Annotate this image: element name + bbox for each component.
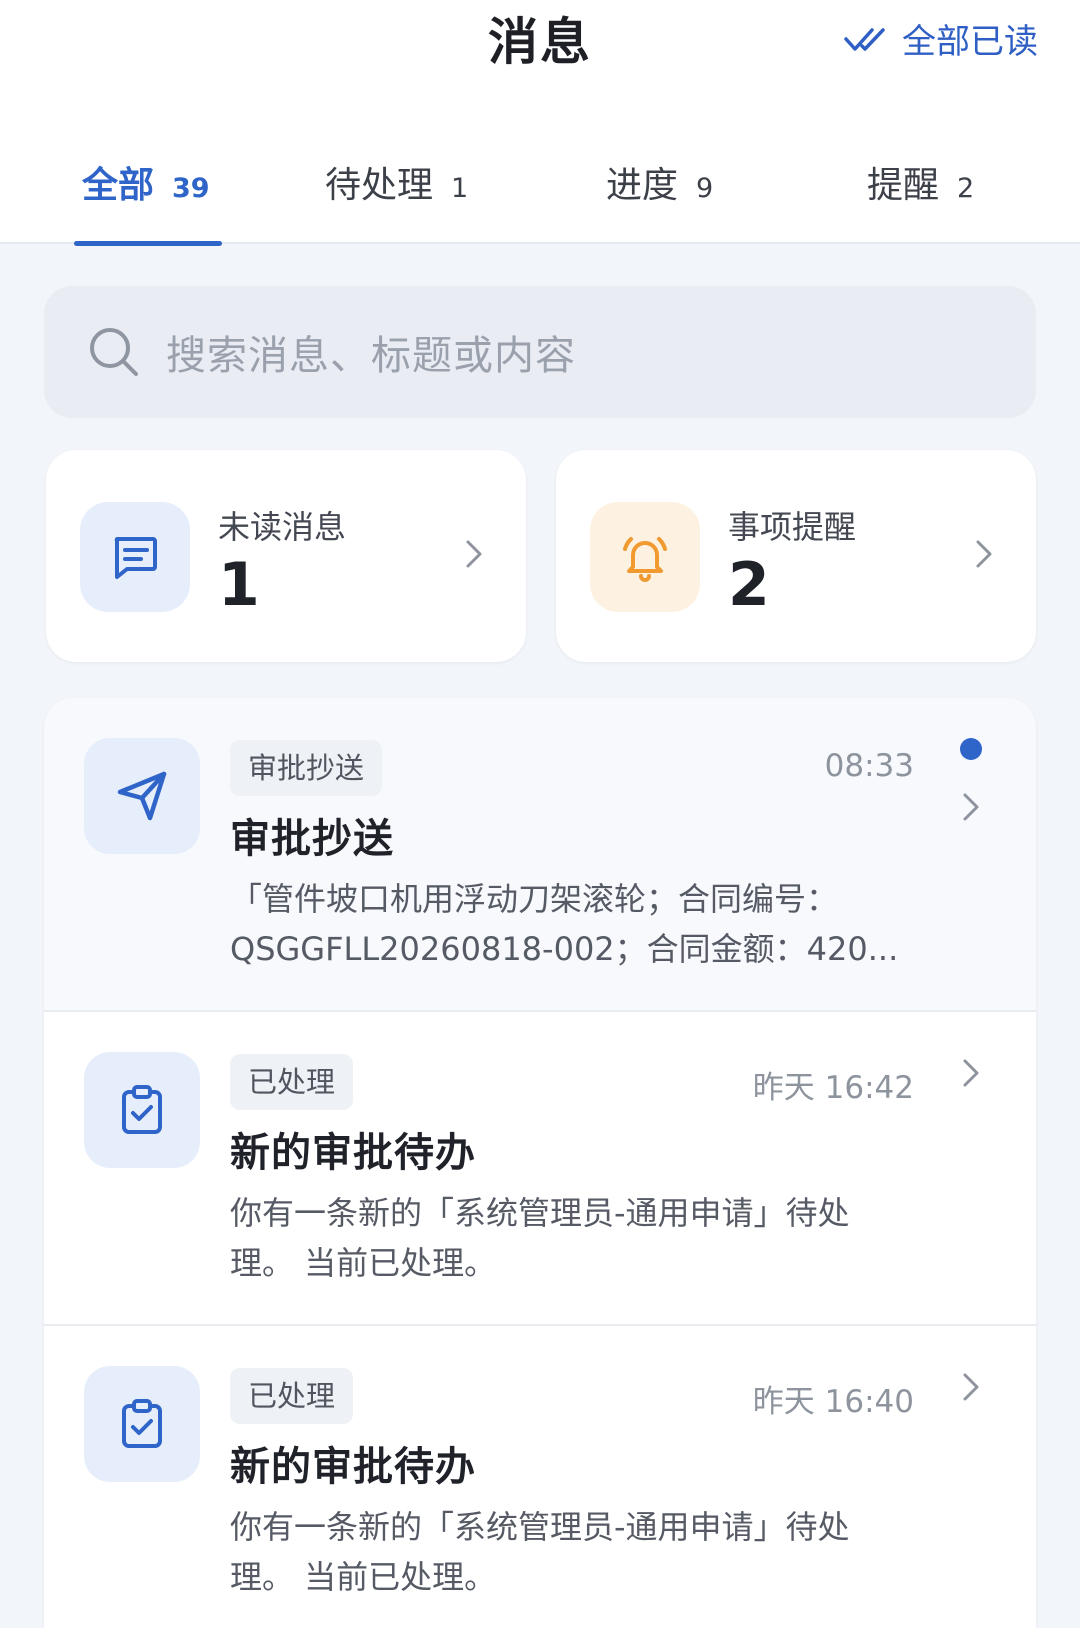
search-icon: [90, 328, 138, 376]
active-tab-indicator: [74, 241, 222, 246]
message-body-line: QSGGFLL20260818-002；合同金额：420...: [230, 930, 899, 968]
send-icon: [117, 771, 167, 821]
double-check-icon: [844, 27, 885, 51]
bell-icon: [623, 537, 667, 582]
chevron-right-icon: [976, 540, 992, 568]
clipboard-check-icon: [122, 1085, 162, 1134]
message-body-line: 你有一条新的「系统管理员-通用申请」待处: [230, 1194, 850, 1232]
tab-count: 9: [696, 173, 714, 204]
unread-dot: [960, 738, 982, 760]
message-tag: 已处理: [230, 1368, 354, 1424]
message-icon-container: [80, 502, 190, 612]
message-body: 「管件坡口机用浮动刀架滚轮；合同编号： QSGGFLL20260818-002；…: [230, 874, 930, 974]
message-body-line: 「管件坡口机用浮动刀架滚轮；合同编号：: [230, 880, 839, 918]
message-tag: 审批抄送: [230, 740, 383, 796]
stat-value: 1: [218, 550, 260, 620]
message-body-line: 你有一条新的「系统管理员-通用申请」待处: [230, 1508, 850, 1546]
message-item[interactable]: 审批抄送 08:33 审批抄送 「管件坡口机用浮动刀架滚轮；合同编号： QSGG…: [44, 698, 1036, 1010]
reminders-card[interactable]: 事项提醒 2: [556, 450, 1036, 662]
message-title: 审批抄送: [230, 816, 394, 862]
message-icon: [114, 537, 157, 579]
bell-icon-container: [590, 502, 700, 612]
header: 消息 全部已读 全部 39 待处理 1 进度 9 提醒 2: [0, 0, 1080, 246]
tab-pending[interactable]: 待处理 1: [325, 156, 468, 208]
message-body-line: 理。 当前已处理。: [230, 1558, 497, 1596]
stat-label: 事项提醒: [728, 508, 857, 546]
tab-label: 全部: [82, 165, 155, 206]
message-list: 审批抄送 08:33 审批抄送 「管件坡口机用浮动刀架滚轮；合同编号： QSGG…: [44, 698, 1036, 1628]
tab-label: 提醒: [867, 165, 940, 206]
tab-bar: 全部 39 待处理 1 进度 9 提醒 2: [0, 150, 1080, 246]
unread-messages-card[interactable]: 未读消息 1: [46, 450, 526, 662]
message-item[interactable]: 已处理 昨天 16:42 新的审批待办 你有一条新的「系统管理员-通用申请」待处…: [44, 1012, 1036, 1324]
message-body: 你有一条新的「系统管理员-通用申请」待处 理。 当前已处理。: [230, 1502, 930, 1602]
clipboard-check-icon: [122, 1399, 162, 1448]
tab-label: 待处理: [325, 165, 434, 206]
stat-label: 未读消息: [218, 508, 347, 546]
chevron-right-icon: [466, 540, 482, 568]
message-time: 昨天 16:42: [752, 1070, 914, 1106]
clipboard-icon-container: [84, 1366, 200, 1482]
mark-all-read-label: 全部已读: [902, 22, 1038, 62]
message-item[interactable]: 已处理 昨天 16:40 新的审批待办 你有一条新的「系统管理员-通用申请」待处…: [44, 1326, 1036, 1628]
chevron-right-icon: [963, 1059, 979, 1087]
chevron-right-icon: [963, 1373, 979, 1401]
tab-label: 进度: [606, 165, 679, 206]
tab-reminder[interactable]: 提醒 2: [867, 156, 974, 208]
message-body-line: 理。 当前已处理。: [230, 1244, 497, 1282]
message-title: 新的审批待办: [230, 1130, 476, 1176]
message-body: 你有一条新的「系统管理员-通用申请」待处 理。 当前已处理。: [230, 1188, 930, 1288]
message-time: 昨天 16:40: [752, 1384, 914, 1420]
chevron-right-icon: [963, 793, 979, 821]
mark-all-read-button[interactable]: 全部已读: [844, 14, 1038, 63]
message-tag: 已处理: [230, 1054, 354, 1110]
stat-value: 2: [728, 550, 770, 620]
tab-progress[interactable]: 进度 9: [606, 156, 713, 208]
message-time: 08:33: [824, 748, 914, 784]
search-input[interactable]: 搜索消息、标题或内容: [166, 323, 576, 381]
tab-count: 1: [451, 173, 469, 204]
tab-count: 39: [172, 173, 210, 204]
clipboard-icon-container: [84, 1052, 200, 1168]
send-icon-container: [84, 738, 200, 854]
search-bar[interactable]: 搜索消息、标题或内容: [44, 286, 1036, 418]
tab-all[interactable]: 全部 39: [82, 156, 210, 208]
message-title: 新的审批待办: [230, 1444, 476, 1490]
tab-count: 2: [957, 173, 975, 204]
